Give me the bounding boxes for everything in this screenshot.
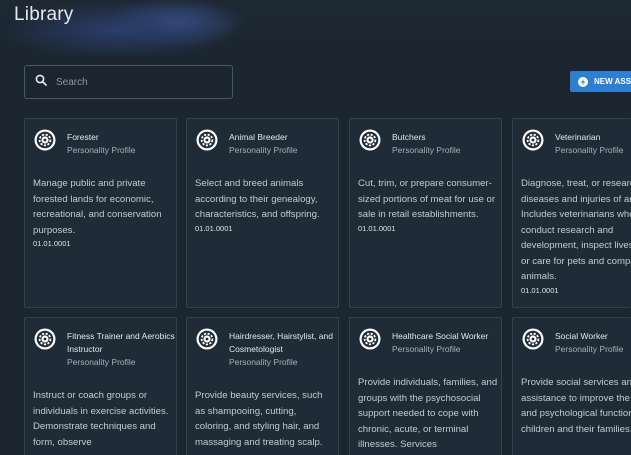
card-code: 01.01.0001	[33, 239, 71, 248]
card-animal-breeder[interactable]: Animal Breeder Personality Profile Selec…	[186, 118, 339, 308]
card-name: Veterinarian Personality Profile	[555, 131, 631, 157]
card-subtitle: Personality Profile	[67, 145, 136, 155]
card-subtitle: Personality Profile	[229, 145, 298, 155]
card-description: Manage public and private forested lands…	[33, 176, 173, 249]
card-code: 01.01.0001	[358, 223, 396, 233]
card-description: Provide social services and assistance t…	[521, 377, 631, 435]
gear-icon	[359, 129, 381, 151]
search-box[interactable]	[24, 65, 233, 99]
card-subtitle: Personality Profile	[392, 344, 461, 354]
card-subtitle: Personality Profile	[392, 145, 461, 155]
card-code: 01.01.0001	[521, 285, 559, 295]
card-hairdresser[interactable]: Hairdresser, Hairstylist, and Cosmetolog…	[186, 317, 339, 455]
card-subtitle: Personality Profile	[555, 145, 624, 155]
card-veterinarian[interactable]: Veterinarian Personality Profile Diagnos…	[512, 118, 631, 308]
gear-icon	[359, 328, 381, 350]
card-social-worker[interactable]: Social Worker Personality Profile Provid…	[512, 317, 631, 455]
new-assessment-button[interactable]: + NEW ASS	[570, 71, 631, 92]
search-input[interactable]	[56, 76, 206, 88]
card-description: Provide beauty services, such as shampoo…	[195, 390, 323, 448]
card-name: Fitness Trainer and Aerobics Instructor …	[67, 331, 175, 367]
card-description: Provide individuals, families, and group…	[358, 377, 498, 450]
card-description: Diagnose, treat, or research diseases an…	[521, 176, 631, 296]
header-banner	[0, 0, 631, 56]
card-name: Hairdresser, Hairstylist, and Cosmetolog…	[229, 330, 337, 369]
card-healthcare-social-worker[interactable]: Healthcare Social Worker Personality Pro…	[349, 317, 502, 455]
gear-icon	[34, 129, 56, 151]
gear-icon	[196, 328, 218, 350]
gear-icon	[34, 328, 56, 350]
card-description: Cut, trim, or prepare consumer-sized por…	[358, 176, 498, 234]
card-name: Social Worker Personality Profile	[555, 330, 631, 356]
card-name: Butchers Personality Profile	[392, 131, 500, 157]
card-description: Instruct or coach groups or individuals …	[33, 390, 169, 448]
card-description: Select and breed animals according to th…	[195, 176, 335, 234]
card-name: Animal Breeder Personality Profile	[229, 131, 337, 157]
card-subtitle: Personality Profile	[229, 357, 298, 367]
card-name: Forester Personality Profile	[67, 131, 175, 157]
card-code: 01.01.0001	[195, 223, 233, 233]
gear-icon	[522, 328, 544, 350]
new-button-label: NEW ASS	[594, 77, 631, 86]
card-butchers[interactable]: Butchers Personality Profile Cut, trim, …	[349, 118, 502, 308]
card-forester[interactable]: Forester Personality Profile Manage publ…	[24, 118, 177, 308]
gear-icon	[196, 129, 218, 151]
card-fitness-trainer[interactable]: Fitness Trainer and Aerobics Instructor …	[24, 317, 177, 455]
card-subtitle: Personality Profile	[555, 344, 624, 354]
plus-icon: +	[578, 76, 588, 87]
page-title: Library	[14, 4, 74, 25]
card-name: Healthcare Social Worker Personality Pro…	[392, 330, 500, 356]
gear-icon	[522, 129, 544, 151]
card-subtitle: Personality Profile	[67, 357, 136, 367]
search-icon	[35, 73, 47, 91]
